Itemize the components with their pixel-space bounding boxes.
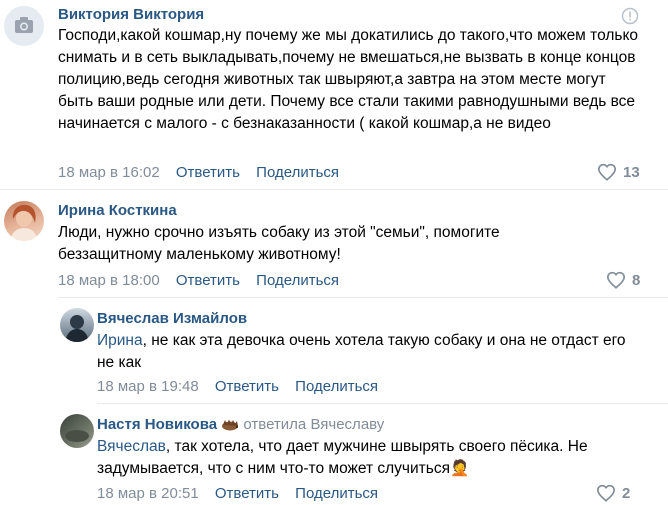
reply-button[interactable]: Ответить: [176, 272, 240, 289]
share-button[interactable]: Поделиться: [295, 485, 378, 502]
avatar[interactable]: [4, 6, 44, 46]
hedgehog-icon: [222, 419, 239, 431]
avatar-image: [65, 315, 89, 342]
avatar-image: [65, 430, 89, 442]
avatar[interactable]: [60, 308, 94, 342]
heart-icon: [597, 163, 617, 181]
comment-text: Вячеслав, так хотела, что дает мужчине ш…: [97, 436, 642, 480]
comment-author: Настя Новикова ответила Вячеславу: [97, 416, 384, 433]
avatar[interactable]: [4, 201, 44, 241]
comment-meta: 18 мар в 20:51 Ответить Поделиться: [97, 485, 390, 502]
reply-addressee[interactable]: Ирина: [97, 332, 143, 349]
like-button[interactable]: 8: [606, 271, 640, 289]
comment-author-name[interactable]: Настя Новикова: [97, 416, 217, 433]
heart-icon: [596, 484, 616, 502]
camera-icon: [15, 17, 33, 33]
report-icon[interactable]: [621, 7, 639, 25]
comment-meta: 18 мар в 19:48 Ответить Поделиться: [97, 378, 390, 395]
reply-button[interactable]: Ответить: [176, 164, 240, 181]
reply-body: , так хотела, что дает мужчине швырять с…: [97, 438, 588, 477]
avatar-image: [10, 204, 38, 241]
replied-to[interactable]: ответила Вячеславу: [243, 416, 384, 433]
comment-item: Ирина Косткина Люди, нужно срочно изъять…: [0, 190, 668, 298]
comment-date[interactable]: 18 мар в 19:48: [97, 378, 199, 395]
comment-meta: 18 мар в 18:00 Ответить Поделиться: [58, 272, 351, 289]
share-button[interactable]: Поделиться: [256, 164, 339, 181]
comment-date[interactable]: 18 мар в 20:51: [97, 485, 199, 502]
reply-item: Вячеслав Измайлов Ирина, не как эта дево…: [0, 298, 668, 404]
comment-text: Господи,какой кошмар,ну почему же мы док…: [58, 27, 639, 132]
avatar[interactable]: [60, 414, 94, 448]
share-button[interactable]: Поделиться: [295, 378, 378, 395]
comment-meta: 18 мар в 16:02 Ответить Поделиться: [58, 164, 351, 181]
like-count: 13: [623, 163, 640, 181]
comment-author[interactable]: Виктория Виктория: [58, 6, 204, 23]
comment-author[interactable]: Вячеслав Измайлов: [97, 310, 247, 327]
like-count: 2: [622, 484, 631, 502]
like-count: 8: [632, 271, 641, 289]
reply-body: , не как эта девочка очень хотела такую …: [97, 332, 626, 371]
comment-text: Люди, нужно срочно изъять собаку из этой…: [58, 224, 500, 263]
share-button[interactable]: Поделиться: [256, 272, 339, 289]
reply-button[interactable]: Ответить: [215, 485, 279, 502]
comment-author[interactable]: Ирина Косткина: [58, 202, 177, 219]
reply-item: Настя Новикова ответила Вячеславу Вячесл…: [0, 404, 668, 505]
reply-addressee[interactable]: Вячеслав: [97, 438, 166, 455]
heart-icon: [606, 271, 626, 289]
reply-button[interactable]: Ответить: [215, 378, 279, 395]
comment-item: Виктория Виктория Господи,какой кошмар,н…: [0, 0, 668, 190]
like-button[interactable]: 13: [597, 163, 640, 181]
like-button[interactable]: 2: [596, 484, 630, 502]
comment-date[interactable]: 18 мар в 16:02: [58, 164, 160, 181]
comment-date[interactable]: 18 мар в 18:00: [58, 272, 160, 289]
comment-text: Ирина, не как эта девочка очень хотела т…: [97, 330, 642, 374]
